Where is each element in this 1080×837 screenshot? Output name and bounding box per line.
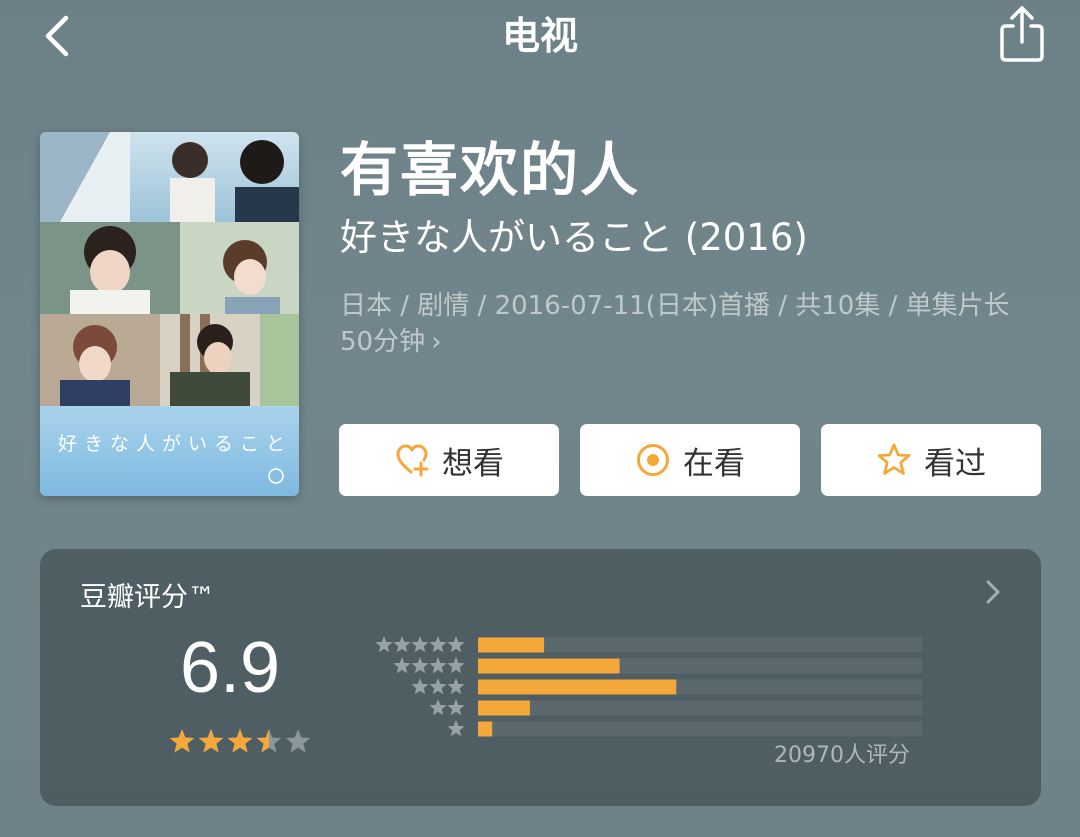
watching-label: 在看 [683, 445, 745, 482]
page-title: 电视 [501, 14, 578, 58]
distribution-star [429, 657, 447, 674]
distribution-bar-track [478, 700, 922, 716]
share-button[interactable] [994, 4, 1050, 64]
distribution-star [429, 636, 447, 653]
rating-star-filled [227, 729, 253, 753]
poster-caption: 好きな人がいること [58, 433, 292, 455]
rating-count: 20970人评分 [774, 743, 910, 768]
want-to-watch-button[interactable]: 想看 [339, 424, 559, 496]
distribution-star [411, 678, 429, 695]
subject-original-title: 好きな人がいること (2016) [340, 216, 808, 259]
watched-button[interactable]: 看过 [821, 424, 1041, 496]
poster-image[interactable]: 好きな人がいること [40, 132, 299, 496]
distribution-bar-3-star [478, 679, 677, 695]
target-icon [637, 444, 669, 476]
distribution-bar-track [478, 637, 922, 653]
distribution-bar-track [478, 721, 922, 737]
distribution-star [447, 699, 465, 716]
distribution-star [429, 678, 447, 695]
distribution-bar-4-star [478, 658, 620, 674]
meta-chevron-icon: › [431, 327, 442, 357]
star-outline-icon [877, 443, 911, 475]
rating-distribution [375, 636, 922, 737]
rating-star-filled [169, 729, 195, 753]
distribution-star [393, 636, 411, 653]
heart-plus-icon [396, 444, 429, 477]
distribution-star [393, 657, 411, 674]
share-icon [1000, 6, 1044, 62]
rating-star [285, 729, 311, 753]
distribution-star [429, 699, 447, 716]
want-to-watch-label: 想看 [442, 445, 504, 482]
rating-card[interactable]: 豆瓣评分™ 6.9 20970人评分 [40, 549, 1041, 806]
rating-stars [169, 729, 311, 753]
watching-button[interactable]: 在看 [580, 424, 800, 496]
distribution-bar-1-star [478, 721, 493, 737]
distribution-star [411, 657, 429, 674]
distribution-bar-2-star [478, 700, 530, 716]
chevron-right-icon [986, 580, 1000, 604]
rating-score: 6.9 [180, 628, 281, 708]
subject-title: 有喜欢的人 [340, 136, 641, 204]
rating-star-filled [198, 729, 224, 753]
distribution-bar-5-star [478, 637, 545, 653]
distribution-star [447, 678, 465, 695]
rating-card-title: 豆瓣评分™ [80, 582, 215, 613]
distribution-star [411, 636, 429, 653]
watched-label: 看过 [924, 445, 986, 482]
distribution-star [447, 720, 465, 737]
subject-meta[interactable]: 日本 / 剧情 / 2016-07-11(日本)首播 / 共10集 / 单集片长… [340, 288, 1040, 360]
distribution-star [447, 657, 465, 674]
distribution-star [447, 636, 465, 653]
distribution-star [375, 636, 393, 653]
